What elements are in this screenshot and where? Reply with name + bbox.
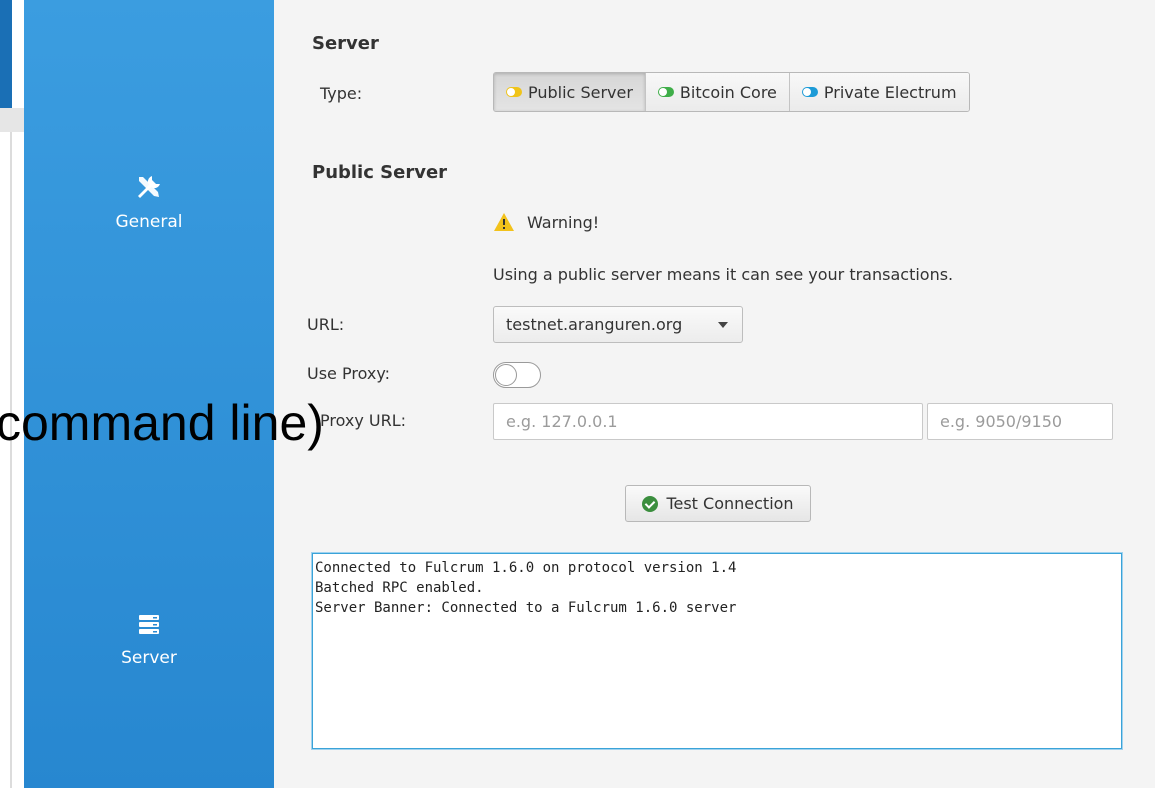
sidebar: General Server xyxy=(24,0,274,788)
settings-content: Server Type: Public Server Bitcoin Core … xyxy=(274,0,1155,788)
background-strip xyxy=(0,0,24,788)
public-server-label: Public Server xyxy=(528,82,633,102)
tools-icon xyxy=(138,176,160,198)
public-server-info: Using a public server means it can see y… xyxy=(493,265,954,284)
output-line: Connected to Fulcrum 1.6.0 on protocol v… xyxy=(315,560,737,576)
proxy-url-label: Proxy URL: xyxy=(320,411,407,430)
background-line xyxy=(0,108,24,132)
url-select[interactable]: testnet.aranguren.org xyxy=(493,306,743,343)
url-select-value: testnet.aranguren.org xyxy=(506,315,683,334)
output-line: Batched RPC enabled. xyxy=(315,580,484,596)
bitcoin-core-button[interactable]: Bitcoin Core xyxy=(645,73,790,111)
sidebar-item-general[interactable]: General xyxy=(24,172,274,232)
background-bar xyxy=(0,0,12,108)
toggle-knob xyxy=(495,364,517,386)
type-label: Type: xyxy=(320,84,363,103)
warning-icon xyxy=(494,213,514,231)
public-server-button[interactable]: Public Server xyxy=(494,73,646,111)
check-circle-icon xyxy=(642,495,659,512)
connection-output-textarea[interactable]: Connected to Fulcrum 1.6.0 on protocol v… xyxy=(312,553,1122,749)
use-proxy-toggle[interactable] xyxy=(493,362,541,388)
toggle-on-icon xyxy=(801,87,818,97)
url-label: URL: xyxy=(307,315,345,334)
test-connection-label: Test Connection xyxy=(666,494,794,513)
bitcoin-core-label: Bitcoin Core xyxy=(679,82,777,102)
server-section-title: Server xyxy=(312,33,379,54)
sidebar-item-label: General xyxy=(115,212,183,232)
warning-message: Warning! xyxy=(493,212,599,232)
toggle-on-icon xyxy=(657,87,674,97)
output-line: Server Banner: Connected to a Fulcrum 1.… xyxy=(315,600,737,616)
test-connection-button[interactable]: Test Connection xyxy=(625,485,811,522)
background-edge xyxy=(10,132,12,788)
sidebar-item-server[interactable]: Server xyxy=(24,612,274,668)
proxy-host-input[interactable] xyxy=(493,403,923,440)
use-proxy-label: Use Proxy: xyxy=(307,364,391,383)
toggle-on-icon xyxy=(506,87,522,97)
private-electrum-label: Private Electrum xyxy=(823,82,957,102)
public-server-section-title: Public Server xyxy=(312,162,448,183)
server-type-selector: Public Server Bitcoin Core Private Elect… xyxy=(493,72,970,112)
proxy-port-input[interactable] xyxy=(927,403,1113,440)
chevron-down-icon xyxy=(718,322,728,328)
server-icon xyxy=(139,615,159,634)
private-electrum-button[interactable]: Private Electrum xyxy=(789,73,969,111)
warning-text: Warning! xyxy=(527,212,600,232)
sidebar-item-label: Server xyxy=(121,648,177,668)
